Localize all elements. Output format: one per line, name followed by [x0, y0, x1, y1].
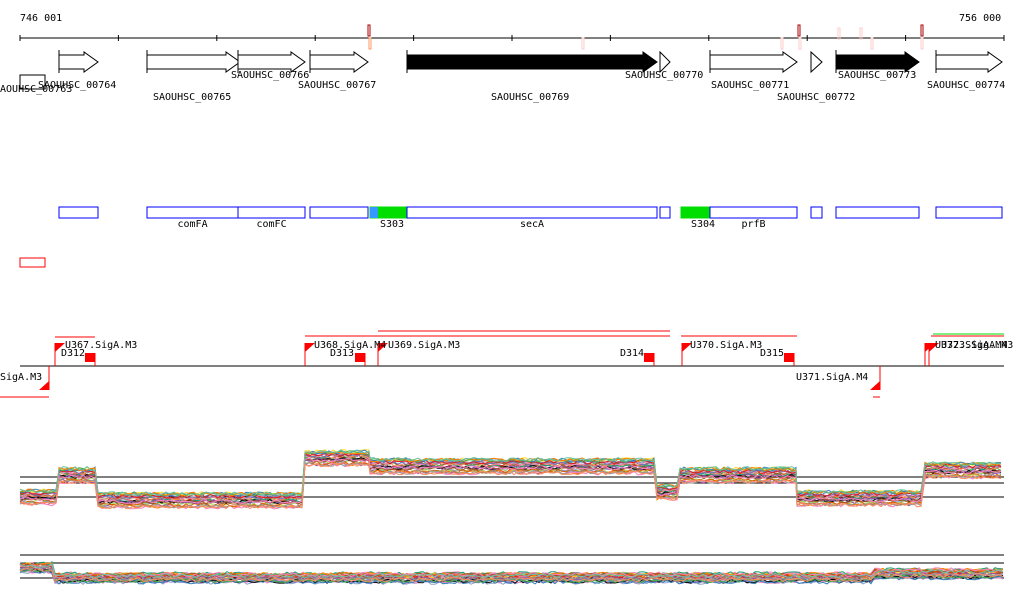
feature-label: D314	[620, 348, 645, 359]
feature-box	[19, 257, 46, 268]
feature-label: D313	[330, 348, 355, 359]
annotation-label: secA	[520, 219, 545, 230]
terminator-icon	[355, 353, 365, 362]
annotation-box	[935, 206, 1003, 219]
gene-label[interactable]: SAOUHSC_00774	[927, 80, 1005, 91]
ruler-marker	[920, 24, 924, 37]
gene-10-arrow	[935, 51, 1003, 73]
ruler-marker	[859, 27, 863, 40]
feature-label: D312	[61, 348, 86, 359]
annotation-box	[406, 206, 658, 219]
gene-label[interactable]: SAOUHSC_00765	[153, 92, 231, 103]
gene-label[interactable]: SAOUHSC_00769	[491, 92, 569, 103]
ruler-marker	[780, 37, 784, 50]
ruler-marker	[920, 37, 924, 50]
ruler-marker	[368, 37, 372, 50]
feature-label: SigA.M3	[0, 372, 43, 383]
gene-7-arrow	[709, 51, 798, 73]
ruler-marker	[870, 37, 874, 50]
annotation-box	[709, 206, 798, 219]
feature-label: U373.SigA.M3	[941, 340, 1014, 351]
annotation-label: S304	[691, 219, 716, 230]
annotation-box	[835, 206, 920, 219]
terminator-icon	[644, 353, 654, 362]
gene-label[interactable]: SAOUHSC_00770	[625, 70, 703, 81]
terminator-icon	[85, 353, 95, 362]
promoter-flag-icon	[870, 381, 880, 390]
gene-label[interactable]: SAOUHSC_00772	[777, 92, 855, 103]
feature-label: D315	[760, 348, 785, 359]
feature-label: U370.SigA.M3	[690, 340, 763, 351]
gene-6-shape	[659, 50, 671, 74]
gene-1-arrow	[58, 51, 99, 73]
gene-3-arrow	[237, 51, 306, 73]
ruler-marker	[798, 37, 802, 50]
annotation-box	[680, 206, 711, 219]
gene-5-arrow	[406, 51, 658, 73]
ruler-marker	[581, 37, 585, 50]
gene-label[interactable]: SAOUHSC_00764	[38, 80, 116, 91]
feature-label: U369.SigA.M3	[388, 340, 461, 351]
annotation-box	[58, 206, 99, 219]
gene-label[interactable]: SAOUHSC_00773	[838, 70, 916, 81]
annotation-box	[146, 206, 239, 219]
annotation-box	[309, 206, 369, 219]
gene-2-arrow	[146, 51, 241, 73]
ruler-marker	[367, 24, 371, 37]
annotation-label: comFC	[256, 219, 287, 230]
annotation-box	[810, 206, 823, 219]
ruler-marker	[797, 24, 801, 37]
ruler-marker	[837, 27, 841, 40]
annotation-box	[370, 207, 378, 218]
gene-label[interactable]: SAOUHSC_00771	[711, 80, 789, 91]
gene-9-arrow	[835, 51, 920, 73]
gene-4-arrow	[309, 51, 369, 73]
annotation-box	[659, 206, 671, 219]
annotation-label: S303	[380, 219, 405, 230]
annotation-label: prfB	[741, 219, 766, 230]
annotation-box	[237, 206, 306, 219]
gene-label[interactable]: SAOUHSC_00767	[298, 80, 376, 91]
terminator-icon	[784, 353, 794, 362]
annotation-label: comFA	[177, 219, 208, 230]
feature-label: U371.SigA.M4	[796, 372, 869, 383]
gene-8-shape	[810, 50, 823, 74]
